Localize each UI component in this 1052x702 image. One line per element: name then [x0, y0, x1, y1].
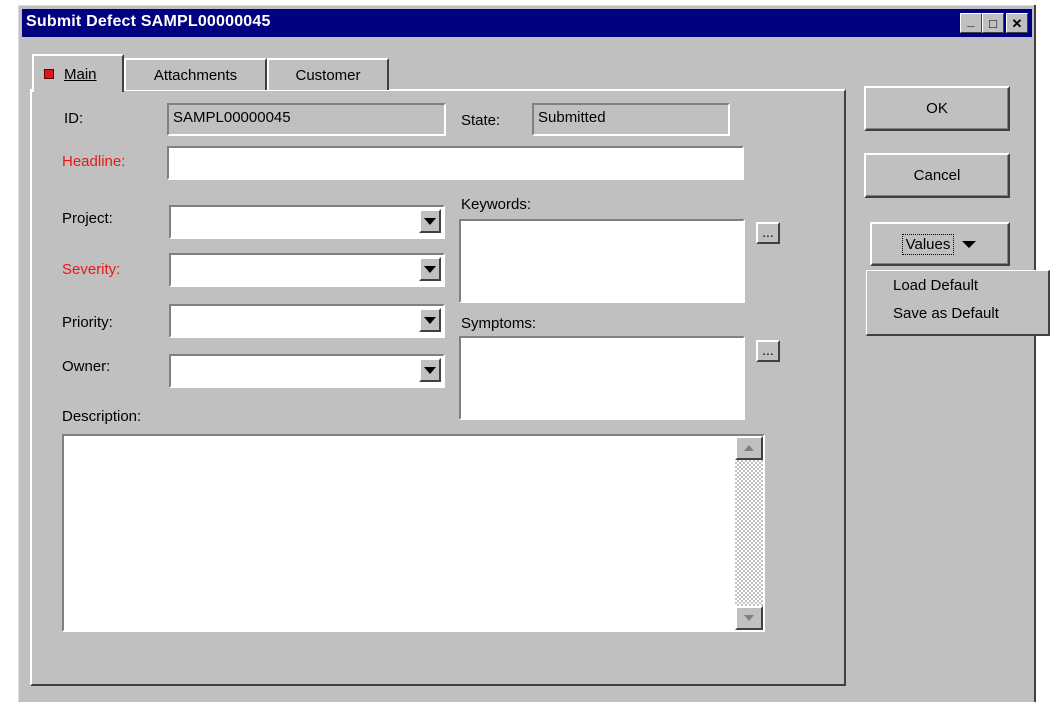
state-value: Submitted: [538, 109, 606, 126]
priority-select[interactable]: [169, 304, 445, 338]
title-bar[interactable]: Submit Defect SAMPL00000045 _ □ ✕: [22, 9, 1032, 37]
tab-attachments[interactable]: Attachments: [124, 58, 267, 90]
maximize-icon: □: [989, 15, 997, 31]
close-icon: ✕: [1011, 15, 1023, 31]
caret-down-icon: [962, 240, 977, 248]
chevron-down-icon: [744, 615, 754, 621]
project-select[interactable]: [169, 205, 445, 239]
priority-dropdown-button[interactable]: [419, 308, 441, 332]
values-menu: Load Default Save as Default: [866, 270, 1050, 336]
window-title: Submit Defect SAMPL00000045: [26, 13, 271, 30]
project-dropdown-button[interactable]: [419, 209, 441, 233]
description-textarea[interactable]: [62, 434, 765, 632]
keywords-browse-button[interactable]: ...: [756, 222, 780, 244]
tab-customer-label: Customer: [295, 66, 361, 84]
state-label: State:: [461, 112, 501, 129]
owner-select[interactable]: [169, 354, 445, 388]
severity-select[interactable]: [169, 253, 445, 287]
cancel-button[interactable]: Cancel: [864, 153, 1010, 198]
severity-dropdown-button[interactable]: [419, 257, 441, 281]
headline-label: Headline:: [62, 153, 126, 170]
menu-item-load-default[interactable]: Load Default: [893, 277, 978, 294]
chevron-down-icon: [424, 316, 436, 324]
active-tab-indicator-icon: [44, 69, 54, 79]
owner-dropdown-button[interactable]: [419, 358, 441, 382]
chevron-up-icon: [744, 445, 754, 451]
symptoms-label: Symptoms:: [461, 315, 537, 332]
ellipsis-icon: ...: [762, 224, 774, 240]
project-label: Project:: [62, 210, 113, 227]
priority-label: Priority:: [62, 314, 113, 331]
minimize-icon: _: [967, 12, 975, 28]
severity-label: Severity:: [62, 261, 121, 278]
minimize-button[interactable]: _: [960, 13, 982, 33]
tab-customer[interactable]: Customer: [267, 58, 389, 90]
menu-item-save-as-default[interactable]: Save as Default: [893, 305, 999, 322]
state-field: Submitted: [532, 103, 730, 136]
chevron-down-icon: [424, 265, 436, 273]
owner-label: Owner:: [62, 358, 111, 375]
id-field: SAMPL00000045: [167, 103, 446, 136]
chevron-down-icon: [424, 217, 436, 225]
ellipsis-icon: ...: [762, 342, 774, 358]
ok-button[interactable]: OK: [864, 86, 1010, 131]
description-scrollbar[interactable]: [735, 436, 763, 630]
chevron-down-icon: [424, 366, 436, 374]
keywords-textarea[interactable]: [459, 219, 745, 303]
close-button[interactable]: ✕: [1006, 13, 1028, 33]
maximize-button[interactable]: □: [982, 13, 1004, 33]
id-value: SAMPL00000045: [173, 109, 291, 126]
symptoms-textarea[interactable]: [459, 336, 745, 420]
tab-main-label: Main: [64, 65, 97, 83]
scroll-up-button[interactable]: [735, 436, 763, 460]
tab-main[interactable]: Main: [32, 54, 124, 92]
symptoms-browse-button[interactable]: ...: [756, 340, 780, 362]
headline-input[interactable]: [167, 146, 744, 180]
values-button[interactable]: Values: [870, 222, 1010, 266]
keywords-label: Keywords:: [461, 196, 532, 213]
values-button-label: Values: [901, 233, 955, 255]
ok-button-label: OK: [926, 100, 948, 117]
description-label: Description:: [62, 408, 142, 425]
scroll-down-button[interactable]: [735, 606, 763, 630]
cancel-button-label: Cancel: [913, 167, 961, 184]
id-label: ID:: [64, 110, 84, 127]
tab-attachments-label: Attachments: [153, 66, 238, 84]
